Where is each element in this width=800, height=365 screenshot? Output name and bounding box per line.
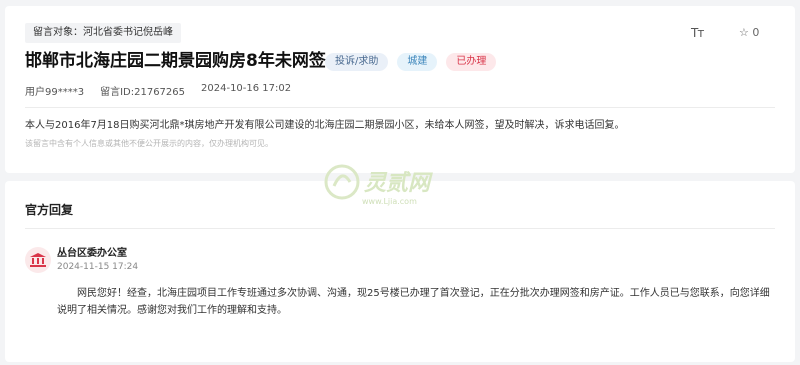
font-size-toggle-button[interactable]: Tт	[691, 26, 704, 40]
message-user: 用户99****3	[25, 87, 85, 98]
type-badge[interactable]: 投诉/求助	[325, 53, 389, 71]
message-target-tag[interactable]: 留言对象：河北省委书记倪岳峰	[25, 23, 181, 43]
message-time: 2024-10-16 17:02	[201, 83, 292, 94]
official-reply-card: 官方回复 丛台区委办公室 2024-11-15 17:24 网民您好！经查，北海…	[5, 181, 795, 362]
favorite-button[interactable]: ☆ 0	[739, 26, 759, 39]
favorite-count: 0	[752, 26, 760, 39]
message-content: 本人与2016年7月18日购买河北鼎*琪房地产开发有限公司建设的北海庄园二期景园…	[25, 120, 625, 131]
message-meta: 用户99****3 留言ID:21767265 2024-10-16 17:02	[25, 83, 291, 98]
reply-department[interactable]: 丛台区委办公室	[57, 244, 127, 259]
message-badges: 投诉/求助 城建 已办理	[325, 53, 497, 71]
divider	[25, 107, 775, 108]
privacy-notice: 该留言中含有个人信息或其他不便公开展示的内容，仅办理机构可见。	[25, 139, 273, 148]
category-badge[interactable]: 城建	[397, 53, 438, 71]
reply-time: 2024-11-15 17:24	[57, 262, 139, 272]
divider	[25, 228, 775, 229]
message-card: 留言对象：河北省委书记倪岳峰 Tт ☆ 0 邯郸市北海庄园二期景园购房8年未网签…	[5, 6, 795, 173]
reply-section-title: 官方回复	[25, 203, 74, 217]
message-id: 留言ID:21767265	[100, 87, 186, 98]
reply-body: 网民您好！经查，北海庄园项目工作专班通过多次协调、沟通，现25号楼已办理了首次登…	[57, 288, 770, 316]
building-icon	[25, 247, 51, 273]
font-size-icon: Tт	[691, 26, 704, 40]
message-title: 邯郸市北海庄园二期景园购房8年未网签	[25, 51, 326, 71]
status-badge: 已办理	[446, 53, 497, 71]
star-icon: ☆	[739, 26, 749, 39]
